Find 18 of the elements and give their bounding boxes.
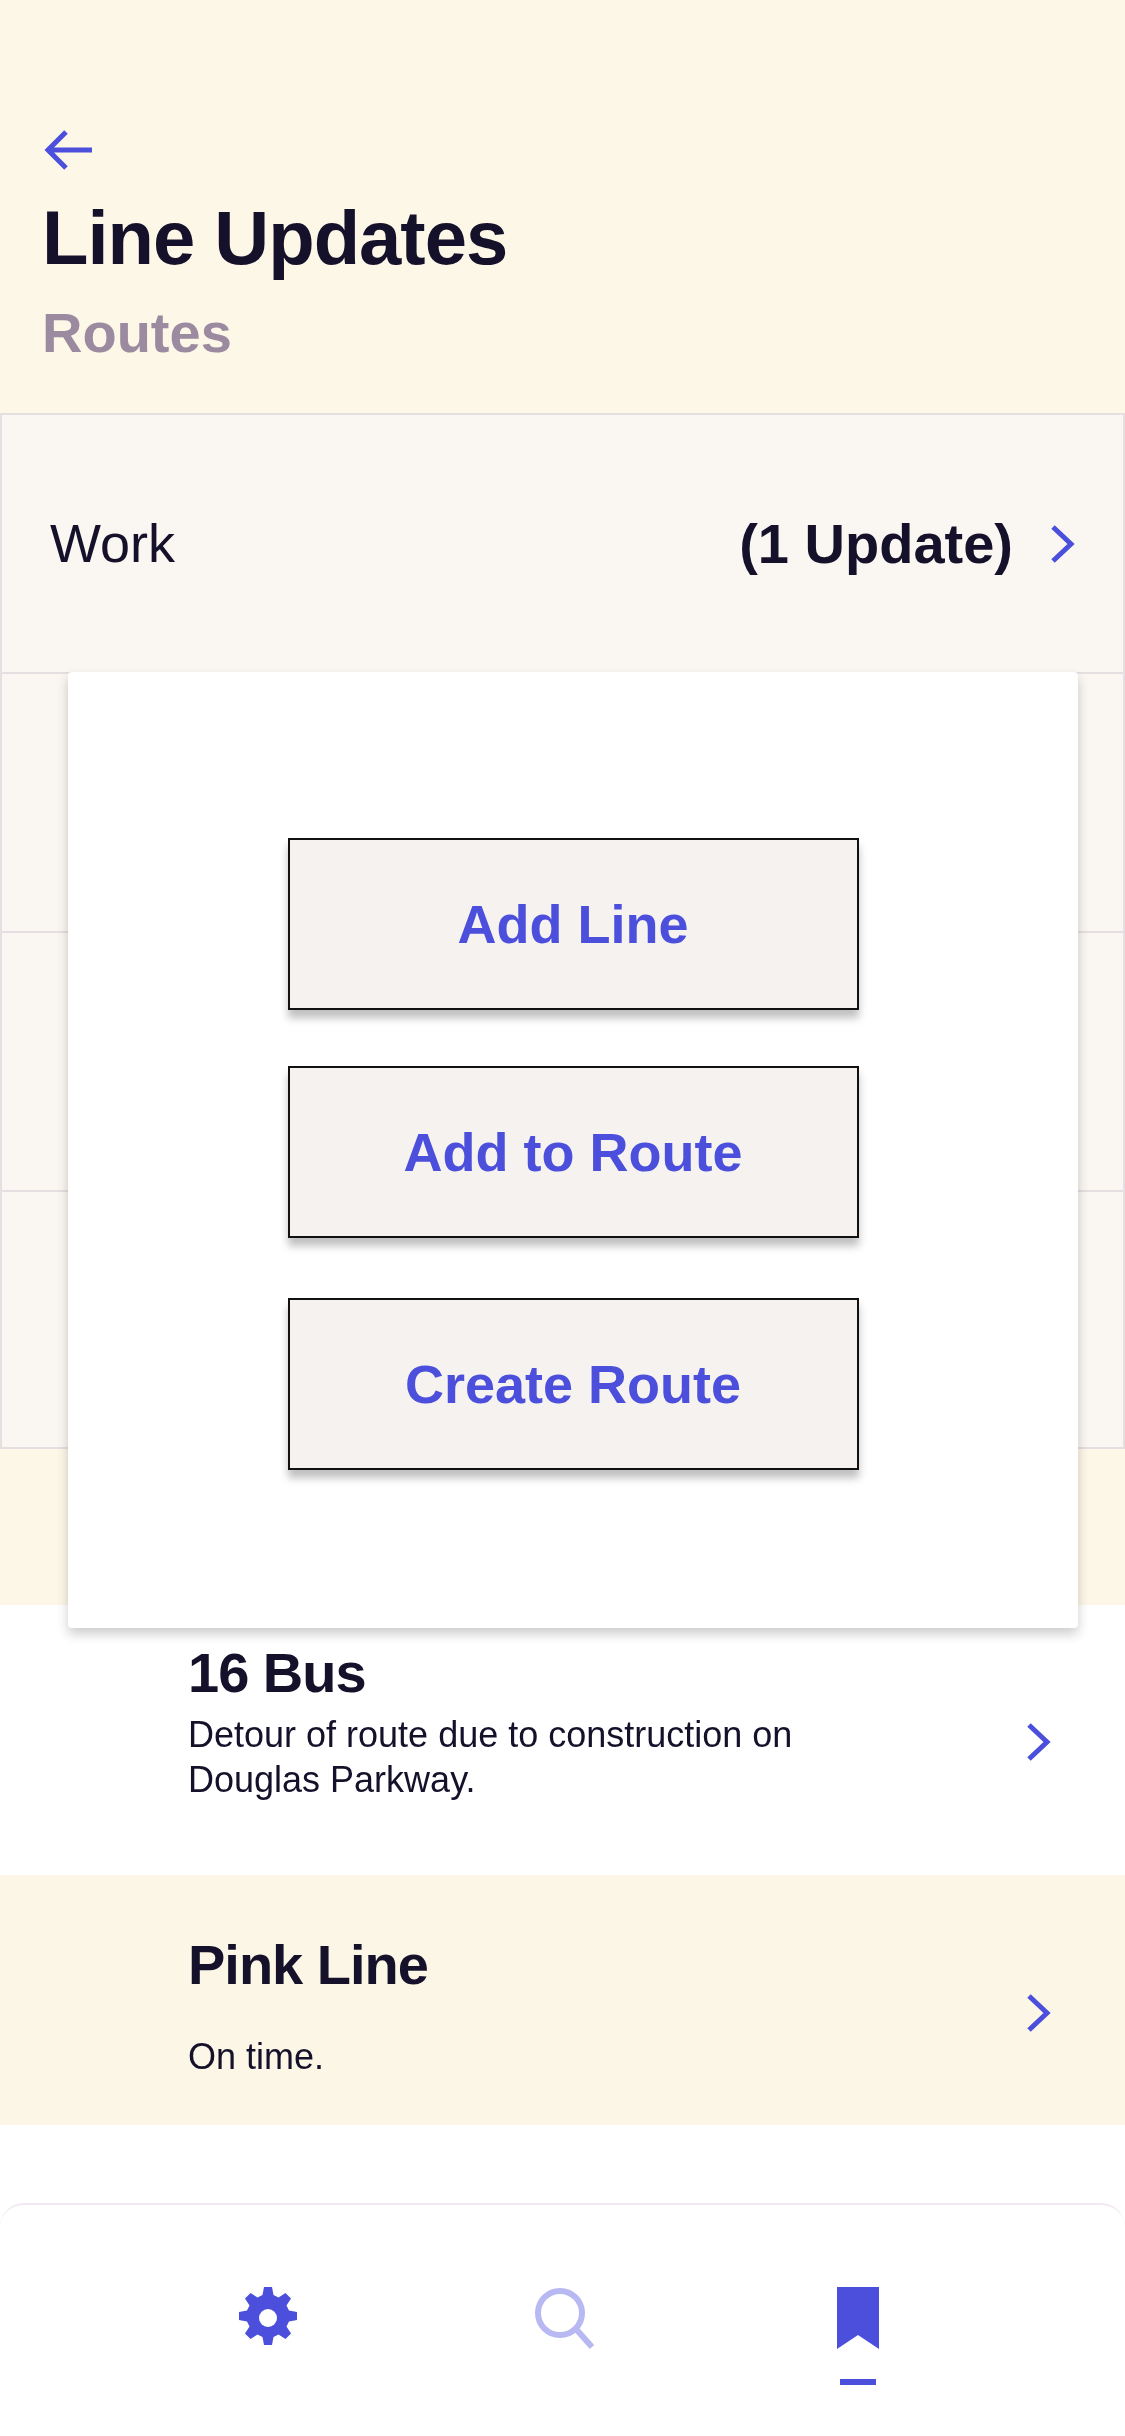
line-name: 16 Bus	[188, 1640, 367, 1706]
update-count: (1 Update)	[739, 510, 1013, 577]
chevron-right-icon[interactable]	[1025, 1721, 1051, 1763]
chevron-right-icon[interactable]	[1025, 1992, 1051, 2034]
menu-button[interactable]: Create Route	[287, 1298, 859, 1470]
page-title: Line Updates	[42, 194, 509, 282]
chevron-right-icon[interactable]	[1049, 522, 1075, 565]
back-arrow-icon[interactable]	[42, 128, 94, 172]
line-status: On time.	[188, 2035, 326, 2080]
line-name: Pink Line	[188, 1932, 429, 1998]
line-status: Detour of route due to construction on Douglas Parkway.	[188, 1713, 794, 1803]
section-heading: Routes	[42, 300, 233, 367]
line-row[interactable]: Pink Line On time.	[0, 1875, 1125, 2125]
route-row[interactable]: Work (1 Update)	[0, 413, 1125, 672]
menu-button[interactable]: Add to Route	[287, 1066, 859, 1238]
menu-button[interactable]: Add Line	[287, 838, 859, 1010]
route-name: Work	[50, 512, 175, 575]
line-row[interactable]: 16 Bus Detour of route due to construction on Douglas Parkway.	[0, 1605, 1125, 1875]
